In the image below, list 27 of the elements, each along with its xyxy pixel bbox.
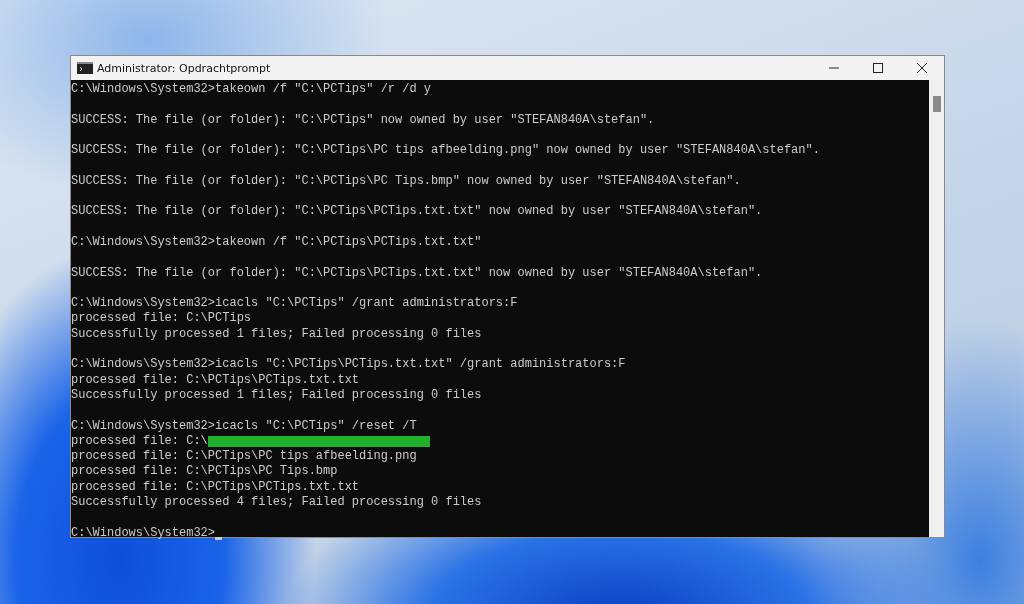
text-cursor [215,536,223,540]
scrollbar[interactable] [929,80,944,537]
console-line: C:\Windows\System32>takeown /f "C:\PCTips\PCTips.txt.txt" [71,234,482,251]
console-line: processed file: C:\PCTips\PC tips afbeelding.png [71,449,417,465]
console-line: SUCCESS: The file (or folder): "C:\PCTips\PCTips.txt.txt" now owned by user "STEFAN840A\stefan". [71,204,763,220]
scrollbar-thumb[interactable] [933,96,941,112]
console-line: SUCCESS: The file (or folder): "C:\PCTips\PC Tips.bmp" now owned by user "STEFAN840A\stefan". [71,173,741,190]
console-line: C:\Windows\System32>icacls "C:\PCTips" /reset /T [71,418,417,434]
console-prompt: C:\Windows\System32> [71,525,216,541]
console-line: C:\Windows\System32>icacls "C:\PCTips\PCTips.txt.txt" /grant administrators:F [71,357,626,373]
console-line: processed file: C:\ [71,433,208,450]
console-line: SUCCESS: The file (or folder): "C:\PCTips\PC tips afbeelding.png" now owned by user "STEFAN840A\stefan". [71,143,820,159]
console-line: SUCCESS: The file (or folder): "C:\PCTips" now owned by user "STEFAN840A\stefan". [71,112,655,128]
console-line: Successfully processed 1 files; Failed processing 0 files [71,387,482,404]
window-title: Administrator: Opdrachtprompt [97,61,271,75]
console-line: Successfully processed 1 files; Failed processing 0 files [71,326,482,343]
console-line: processed file: C:\PCTips [71,311,252,327]
maximize-icon [873,63,883,73]
console-line: C:\Windows\System32>icacls "C:\PCTips" /grant administrators:F [71,296,518,312]
console-line: Successfully processed 4 files; Failed processing 0 files [71,495,482,511]
console-icon [77,62,93,74]
console-line: processed file: C:\PCTips\PC Tips.bmp [71,464,338,480]
console-line: processed file: C:\PCTips\PCTips.txt.txt [71,372,360,388]
console-line: C:\Windows\System32>takeown /f "C:\PCTips" /r /d y [71,82,432,98]
console-line: processed file: C:\PCTips\PCTips.txt.txt [71,479,360,495]
close-icon [917,63,927,73]
console-line: SUCCESS: The file (or folder): "C:\PCTips\PCTips.txt.txt" now owned by user "STEFAN840A\stefan". [71,265,763,281]
